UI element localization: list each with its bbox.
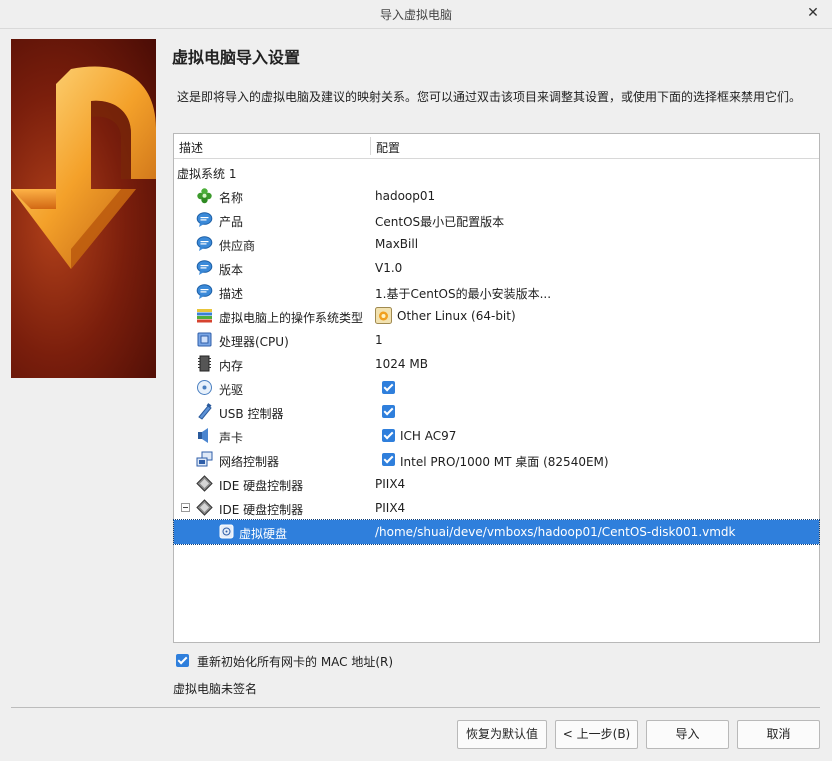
- cpu-icon: [197, 332, 212, 347]
- tree-row-optical-drive[interactable]: 光驱: [174, 376, 819, 400]
- row-value[interactable]: PIIX4: [375, 477, 405, 491]
- row-label: IDE 硬盘控制器: [219, 503, 304, 517]
- optical-drive-icon: [197, 380, 212, 395]
- title-bar: 导入虚拟电脑 ✕: [0, 0, 832, 29]
- row-value[interactable]: ICH AC97: [400, 429, 456, 443]
- tree-header: 描述 配置: [174, 134, 819, 159]
- optical-drive-checkbox[interactable]: [382, 381, 395, 394]
- tree-row-network[interactable]: 网络控制器 Intel PRO/1000 MT 桌面 (82540EM): [174, 448, 819, 472]
- network-icon: [196, 451, 213, 467]
- row-label: IDE 硬盘控制器: [219, 479, 304, 493]
- row-label: 光驱: [219, 383, 244, 397]
- wizard-banner-image: [11, 39, 156, 378]
- ide-controller-icon: [196, 475, 213, 492]
- tree-row-description[interactable]: 描述 1.基于CentOS的最小安装版本...: [174, 280, 819, 304]
- reinit-mac-checkbox[interactable]: [176, 654, 189, 667]
- column-header-config[interactable]: 配置: [376, 139, 400, 156]
- os-type-icon: [197, 309, 212, 323]
- signature-status: 虚拟电脑未签名: [173, 682, 258, 696]
- info-bubble-icon: [196, 284, 213, 299]
- row-value[interactable]: 1024 MB: [375, 357, 428, 371]
- collapse-icon[interactable]: [181, 503, 190, 512]
- usb-icon: [198, 403, 212, 420]
- row-value[interactable]: Intel PRO/1000 MT 桌面 (82540EM): [400, 453, 609, 470]
- tree-row-usb[interactable]: USB 控制器: [174, 400, 819, 424]
- row-label: 版本: [219, 263, 244, 277]
- page-description: 这是即将导入的虚拟电脑及建议的映射关系。您可以通过双击该项目来调整其设置，或使用…: [177, 90, 802, 104]
- row-value[interactable]: CentOS最小已配置版本: [375, 213, 504, 230]
- tree-row-memory[interactable]: 内存 1024 MB: [174, 352, 819, 376]
- row-label: 处理器(CPU): [219, 335, 289, 349]
- import-arrow-icon: [11, 66, 156, 269]
- tree-row-version[interactable]: 版本 V1.0: [174, 256, 819, 280]
- info-bubble-icon: [196, 212, 213, 227]
- linux-os-icon: [375, 307, 392, 324]
- tree-row-ide-controller-2[interactable]: IDE 硬盘控制器 PIIX4: [174, 496, 819, 520]
- row-value[interactable]: 1.基于CentOS的最小安装版本...: [375, 285, 551, 302]
- info-bubble-icon: [196, 260, 213, 275]
- row-value[interactable]: V1.0: [375, 261, 402, 275]
- tree-row-cpu[interactable]: 处理器(CPU) 1: [174, 328, 819, 352]
- cancel-button[interactable]: 取消: [737, 720, 820, 749]
- sound-card-icon: [198, 428, 208, 443]
- row-label: 声卡: [219, 431, 244, 445]
- row-label: USB 控制器: [219, 407, 284, 421]
- tree-row-os-type[interactable]: 虚拟电脑上的操作系统类型 Other Linux (64-bit): [174, 304, 819, 328]
- network-checkbox[interactable]: [382, 453, 395, 466]
- row-value[interactable]: Other Linux (64-bit): [397, 309, 516, 323]
- virtual-system-label: 虚拟系统 1: [177, 167, 237, 181]
- row-label: 描述: [219, 287, 244, 301]
- window-title: 导入虚拟电脑: [379, 8, 452, 22]
- restore-defaults-button[interactable]: 恢复为默认值: [457, 720, 547, 749]
- row-label: 网络控制器: [219, 455, 280, 469]
- appliance-settings-tree[interactable]: 描述 配置 虚拟系统 1 名称 hadoop01 产品 CentOS最小已配置版…: [173, 133, 820, 643]
- row-value[interactable]: 1: [375, 333, 383, 347]
- import-button[interactable]: 导入: [646, 720, 729, 749]
- info-bubble-icon: [196, 236, 213, 251]
- divider: [11, 707, 820, 708]
- tree-row-ide-controller-1[interactable]: IDE 硬盘控制器 PIIX4: [174, 472, 819, 496]
- tree-row-product[interactable]: 产品 CentOS最小已配置版本: [174, 208, 819, 232]
- row-label: 内存: [219, 359, 244, 373]
- usb-checkbox[interactable]: [382, 405, 395, 418]
- tree-row-sound-card[interactable]: 声卡 ICH AC97: [174, 424, 819, 448]
- tree-row-virtual-system[interactable]: 虚拟系统 1: [174, 160, 819, 184]
- ide-controller-icon: [196, 499, 213, 516]
- page-heading: 虚拟电脑导入设置: [172, 48, 301, 67]
- memory-icon: [198, 355, 211, 372]
- column-header-description[interactable]: 描述: [179, 139, 203, 156]
- tree-row-name[interactable]: 名称 hadoop01: [174, 184, 819, 208]
- row-label: 虚拟硬盘: [239, 527, 288, 541]
- tree-row-vendor[interactable]: 供应商 MaxBill: [174, 232, 819, 256]
- row-value[interactable]: /home/shuai/deve/vmboxs/hadoop01/CentOS-…: [375, 525, 736, 539]
- close-icon[interactable]: ✕: [804, 4, 822, 22]
- row-label: 产品: [219, 215, 244, 229]
- row-value[interactable]: MaxBill: [375, 237, 418, 251]
- row-label: 虚拟电脑上的操作系统类型: [219, 311, 364, 325]
- column-separator: [370, 137, 371, 155]
- back-button[interactable]: < 上一步(B): [555, 720, 638, 749]
- row-value[interactable]: PIIX4: [375, 501, 405, 515]
- tree-row-virtual-hard-disk[interactable]: 虚拟硬盘 /home/shuai/deve/vmboxs/hadoop01/Ce…: [173, 519, 820, 545]
- row-value[interactable]: hadoop01: [375, 189, 435, 203]
- row-label: 名称: [219, 191, 244, 205]
- sound-card-checkbox[interactable]: [382, 429, 395, 442]
- row-label: 供应商: [219, 239, 256, 253]
- hard-disk-icon: [219, 524, 234, 539]
- reinit-mac-label[interactable]: 重新初始化所有网卡的 MAC 地址(R): [197, 653, 393, 670]
- name-icon: [197, 188, 212, 204]
